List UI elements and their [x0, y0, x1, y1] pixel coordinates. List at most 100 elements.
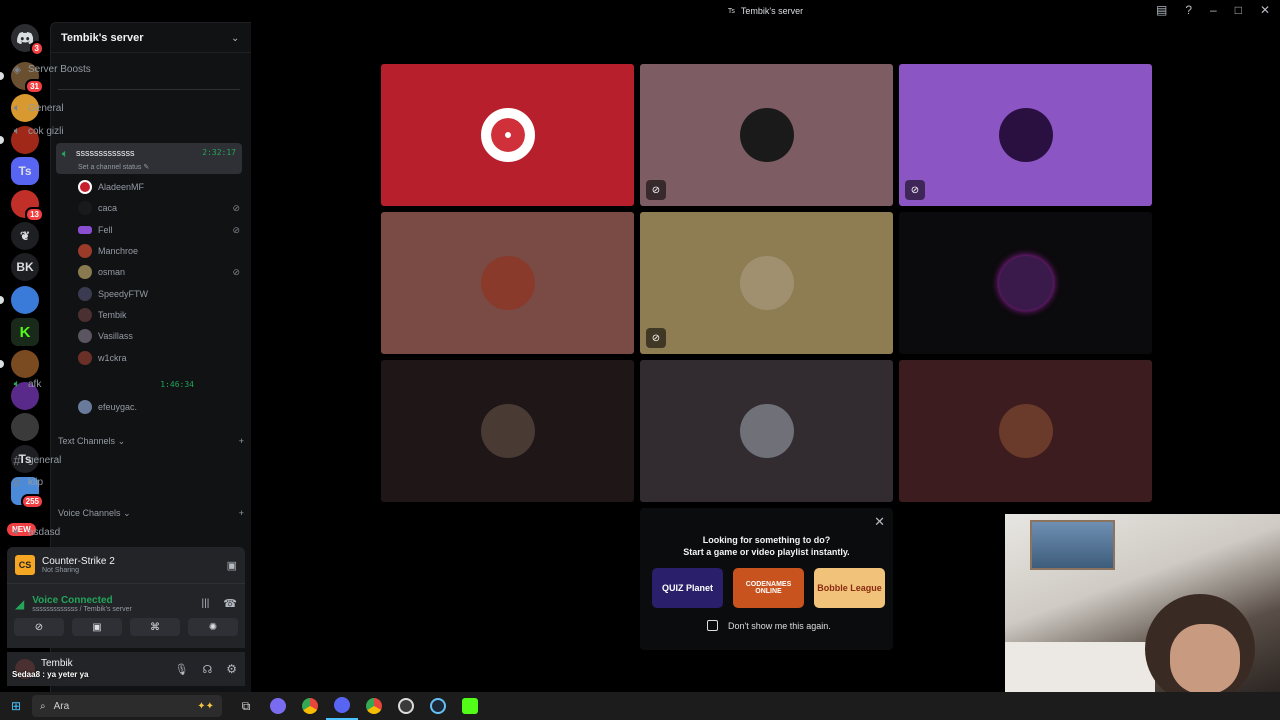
- voice-channel-afk[interactable]: 🔈︎ afk 1:46:34: [8, 374, 194, 394]
- help-icon[interactable]: ?: [1185, 3, 1192, 17]
- text-channel-klip[interactable]: # klip: [8, 472, 194, 492]
- copilot-icon[interactable]: [262, 692, 294, 720]
- server-header[interactable]: Tembik's server ⌄: [51, 23, 251, 53]
- text-channel-general[interactable]: # general: [8, 450, 194, 470]
- server-icon[interactable]: [0, 286, 39, 314]
- task-view-icon[interactable]: ⧉: [230, 692, 262, 720]
- obs-icon[interactable]: [390, 692, 422, 720]
- promo-subtitle: Start a game or video playlist instantly…: [683, 547, 850, 557]
- window-title: Tembik's server: [740, 6, 804, 16]
- server-boosts[interactable]: ◈ Server Boosts: [8, 59, 194, 79]
- chrome-icon[interactable]: [294, 692, 326, 720]
- voice-member[interactable]: osman ⊘: [78, 263, 248, 281]
- participant-tile[interactable]: ⊘: [640, 64, 893, 206]
- voice-member[interactable]: SpeedyFTW: [78, 285, 248, 303]
- voice-channel-general[interactable]: 🔈︎ General: [8, 98, 194, 118]
- server-initials: K: [19, 323, 31, 341]
- add-channel-icon[interactable]: +: [239, 508, 244, 519]
- server-icon[interactable]: 13: [11, 190, 44, 222]
- steam-icon[interactable]: [422, 692, 454, 720]
- share-screen-icon[interactable]: ▣: [227, 559, 237, 572]
- avatar: [998, 404, 1053, 458]
- game-codenames[interactable]: CODENAMES ONLINE: [733, 568, 804, 608]
- inbox-icon[interactable]: ▤: [1156, 3, 1167, 17]
- gamepad-icon: ⌘: [150, 621, 160, 633]
- channel-status-link[interactable]: Set a channel status ✎: [78, 163, 149, 171]
- unread-pip: [0, 136, 4, 144]
- participant-tile[interactable]: [640, 360, 893, 502]
- notification-badge: 31: [25, 79, 44, 94]
- screen-share-button[interactable]: ▣: [72, 618, 122, 636]
- close-icon[interactable]: ✕: [1260, 3, 1270, 17]
- member-name: AladeenMF: [98, 182, 145, 192]
- speaker-icon: 🔈︎: [13, 525, 21, 538]
- maximize-icon[interactable]: □: [1235, 3, 1242, 17]
- unread-pip: [0, 72, 4, 80]
- server-icon[interactable]: [11, 413, 39, 441]
- discord-app-window: 3 31 Ts 13 ❦ BK K Ts 255 NEW Tembik's se…: [0, 0, 1280, 692]
- participant-tile[interactable]: [381, 212, 634, 354]
- minimize-icon[interactable]: –: [1210, 3, 1217, 17]
- promo-title: Looking for something to do?: [702, 535, 831, 545]
- member-name: w1ckra: [98, 353, 127, 363]
- voice-member[interactable]: caca ⊘: [78, 199, 248, 217]
- game-bobble-league[interactable]: Bobble League: [814, 568, 885, 608]
- kick-icon[interactable]: [454, 692, 486, 720]
- avatar: [78, 201, 92, 215]
- voice-channel-cok-gizli[interactable]: 🔈︎ cok gizli: [8, 121, 194, 141]
- participant-tile[interactable]: [381, 64, 634, 206]
- voice-member[interactable]: w1ckra: [78, 349, 248, 367]
- camera-button[interactable]: ⊘: [14, 618, 64, 636]
- windows-start-icon[interactable]: ⊞: [0, 692, 32, 720]
- activities-button[interactable]: ⌘: [130, 618, 180, 636]
- voice-member[interactable]: AladeenMF: [78, 178, 248, 196]
- chevron-down-icon: ⌄: [231, 32, 240, 44]
- participant-tile[interactable]: [899, 212, 1152, 354]
- discord-home-icon[interactable]: 3: [11, 24, 44, 56]
- participant-tile[interactable]: ⊘: [899, 64, 1152, 206]
- speaker-icon: 🔈︎: [13, 101, 21, 114]
- headphones-icon[interactable]: ☊: [202, 663, 212, 676]
- avatar: [739, 256, 794, 310]
- voice-member[interactable]: Fell ⊘: [78, 221, 248, 239]
- participant-tile[interactable]: ⊘: [640, 212, 893, 354]
- discord-taskbar-icon[interactable]: [326, 692, 358, 720]
- microphone-icon[interactable]: 🎙︎: [174, 663, 188, 676]
- voice-member[interactable]: Tembik: [78, 306, 248, 324]
- discord-logo-icon: [17, 32, 33, 44]
- voice-channel-asdasd[interactable]: 🔈︎ asdasd: [8, 522, 194, 542]
- checkbox[interactable]: [707, 620, 718, 631]
- streamer-face: [1170, 624, 1240, 692]
- soundboard-button[interactable]: ✺: [188, 618, 238, 636]
- server-initials: Ts: [18, 164, 32, 178]
- server-icon-bk[interactable]: BK: [11, 253, 39, 281]
- voice-member[interactable]: Manchroe: [78, 242, 248, 260]
- gear-icon[interactable]: ⚙: [226, 662, 237, 676]
- voice-member[interactable]: Vasillass: [78, 327, 248, 345]
- category-voice-channels[interactable]: Voice Channels ⌄ +: [58, 508, 244, 519]
- desk: [1005, 642, 1155, 692]
- dont-show-checkbox[interactable]: Don't show me this again.: [707, 620, 831, 631]
- speaker-active-icon: 🔈︎: [61, 148, 69, 160]
- voice-location[interactable]: sssssssssssss / Tembik's server: [32, 606, 201, 613]
- member-name: Tembik: [98, 310, 127, 320]
- participant-tile[interactable]: [899, 360, 1152, 502]
- category-text-channels[interactable]: Text Channels ⌄ +: [58, 436, 244, 447]
- disconnect-icon[interactable]: ☎: [223, 597, 237, 610]
- add-channel-icon[interactable]: +: [239, 436, 244, 447]
- participant-tile[interactable]: [381, 360, 634, 502]
- unread-pip: [0, 296, 4, 304]
- notification-badge: 13: [25, 207, 44, 222]
- server-icon-ts-active[interactable]: Ts: [11, 157, 39, 185]
- signal-icon[interactable]: ◢: [15, 597, 24, 611]
- voice-member[interactable]: efeuygac.: [78, 398, 248, 416]
- noise-suppression-icon[interactable]: |||: [202, 598, 210, 609]
- server-icon[interactable]: ❦: [11, 222, 39, 250]
- chrome-profile-icon[interactable]: [358, 692, 390, 720]
- server-icon-k[interactable]: K: [11, 318, 39, 346]
- chevron-down-icon: ⌄: [123, 508, 131, 518]
- avatar: [78, 244, 92, 258]
- taskbar-search[interactable]: ⌕ Ara ✦✦: [32, 695, 222, 717]
- game-quiz-planet[interactable]: QUIZ Planet: [652, 568, 723, 608]
- close-icon[interactable]: ✕: [874, 514, 885, 530]
